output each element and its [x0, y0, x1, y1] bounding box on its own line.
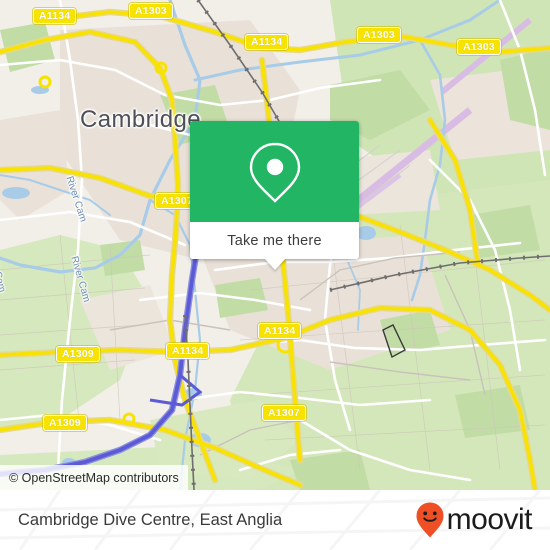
- card-header: [190, 121, 359, 222]
- map-canvas[interactable]: River Cam River Cam River Cam Cambridge …: [0, 0, 550, 490]
- road-shield-a1134: A1134: [166, 343, 210, 359]
- moovit-wordmark: moovit: [446, 503, 533, 536]
- moovit-logo[interactable]: moovit: [415, 501, 533, 539]
- location-pin-icon: [249, 142, 300, 203]
- card-action-row[interactable]: Take me there: [190, 222, 359, 259]
- map-screenshot: River Cam River Cam River Cam Cambridge …: [0, 0, 550, 550]
- road-shield-a1309: A1309: [56, 346, 100, 362]
- osm-attribution-text: © OpenStreetMap contributors: [9, 470, 179, 485]
- take-me-there-card[interactable]: Take me there: [190, 121, 359, 270]
- take-me-there-label: Take me there: [227, 232, 322, 249]
- road-shield-a1134: A1134: [258, 323, 302, 339]
- road-shield-a1303: A1303: [129, 3, 173, 19]
- road-shield-a1303: A1303: [357, 27, 401, 43]
- road-shield-a1134: A1134: [33, 8, 77, 24]
- footer-bar: Cambridge Dive Centre, East Anglia moovi…: [0, 490, 550, 550]
- page-title: Cambridge Dive Centre, East Anglia: [18, 510, 283, 529]
- road-shield-a1307: A1307: [262, 405, 306, 421]
- road-shield-a1303: A1303: [457, 39, 501, 55]
- card-pointer-tail: [263, 258, 286, 270]
- road-shield-a1134: A1134: [245, 34, 289, 50]
- road-shield-a1309: A1309: [43, 415, 87, 431]
- moovit-smiley-pin-icon: [416, 502, 444, 538]
- osm-attribution[interactable]: © OpenStreetMap contributors: [0, 465, 188, 490]
- city-label-cambridge: Cambridge: [80, 106, 201, 133]
